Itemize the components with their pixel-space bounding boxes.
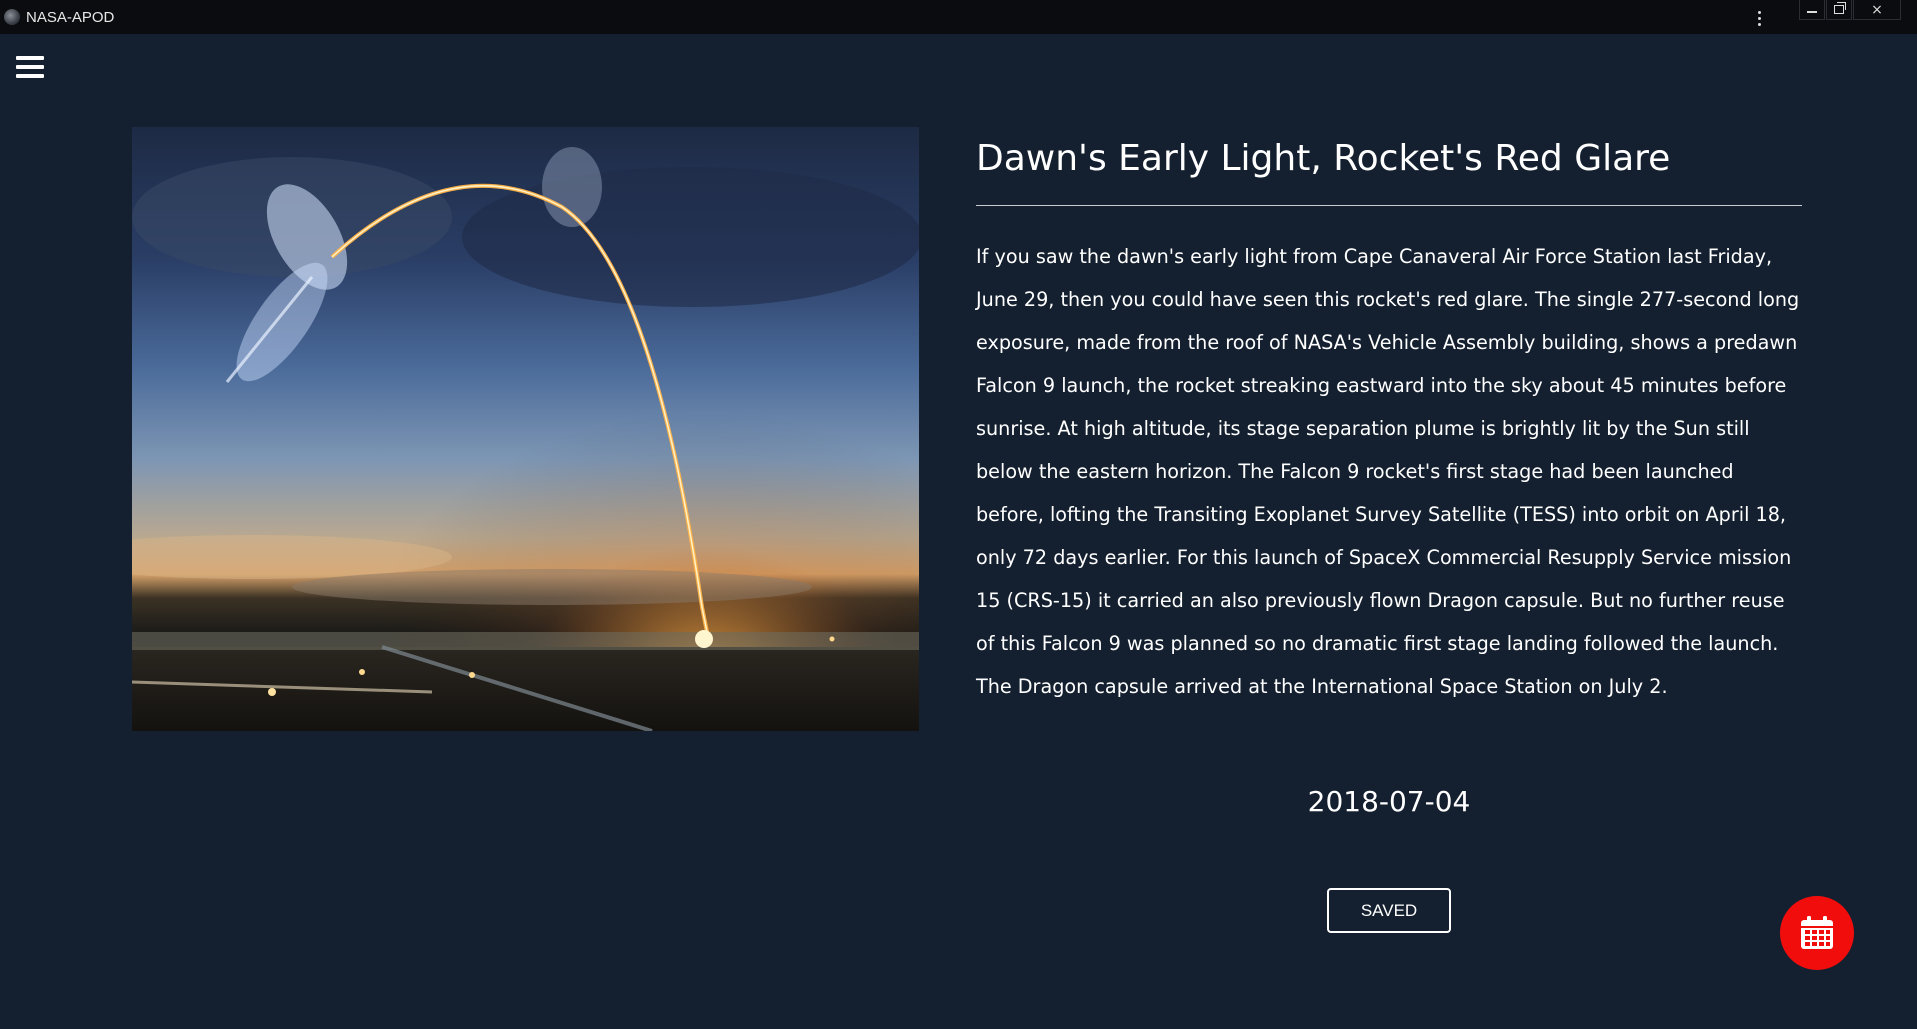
saved-button[interactable]: SAVED [1327, 888, 1451, 933]
apod-title: Dawn's Early Light, Rocket's Red Glare [976, 138, 1671, 179]
title-divider [976, 205, 1802, 206]
close-button[interactable]: × [1853, 0, 1901, 20]
apod-date: 2018-07-04 [1307, 785, 1471, 818]
window-title: NASA-APOD [26, 8, 115, 26]
minimize-button[interactable] [1799, 0, 1825, 20]
minimize-icon [1807, 10, 1817, 13]
rocket-launch-photo [132, 127, 919, 731]
apod-explanation: If you saw the dawn's early light from C… [976, 245, 1800, 698]
apod-image [132, 127, 919, 731]
app-logo-icon [4, 9, 20, 25]
restore-icon [1834, 2, 1846, 14]
window-titlebar: NASA-APOD × [0, 0, 1917, 34]
restore-button[interactable] [1826, 0, 1852, 20]
more-options-icon[interactable] [1752, 8, 1766, 28]
calendar-icon [1801, 916, 1833, 949]
hamburger-menu-icon[interactable] [16, 56, 44, 78]
calendar-button[interactable] [1780, 896, 1854, 970]
